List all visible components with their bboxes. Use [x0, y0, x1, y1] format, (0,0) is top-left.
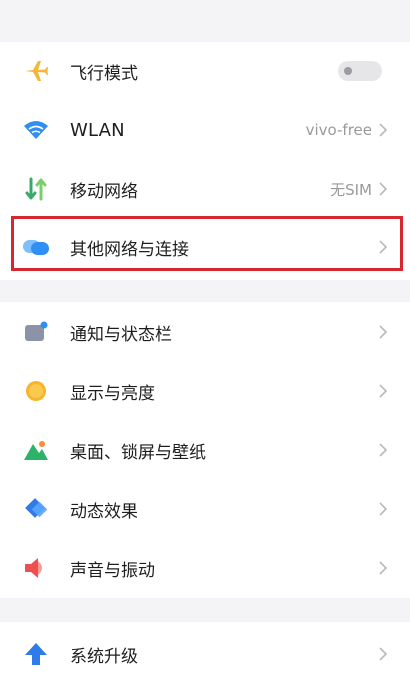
system-settings-card: 系统升级: [0, 622, 410, 693]
chevron-right-icon: [379, 443, 388, 457]
speaker-icon: [22, 554, 50, 582]
chevron-right-icon: [379, 123, 388, 137]
animation-effects-label: 动态效果: [70, 501, 138, 522]
wifi-icon: [22, 116, 50, 144]
display-brightness-label: 显示与亮度: [70, 383, 155, 404]
highlight-box: [11, 216, 403, 271]
airplane-icon: [22, 57, 50, 85]
display-settings-card: 通知与状态栏 显示与亮度 桌面、锁屏与壁纸 动态效果 声音与振动: [0, 302, 410, 598]
toggle-knob: [344, 67, 352, 75]
animation-icon: [22, 495, 50, 523]
wallpaper-icon: [22, 436, 50, 464]
animation-effects-row[interactable]: 动态效果: [0, 480, 410, 538]
airplane-mode-label: 飞行模式: [70, 63, 138, 84]
wallpaper-row[interactable]: 桌面、锁屏与壁纸: [0, 421, 410, 479]
wlan-row[interactable]: WLAN vivo-free: [0, 101, 410, 159]
brightness-icon: [22, 377, 50, 405]
upgrade-arrow-icon: [22, 640, 50, 668]
wallpaper-label: 桌面、锁屏与壁纸: [70, 442, 206, 463]
notification-statusbar-row[interactable]: 通知与状态栏: [0, 303, 410, 361]
display-brightness-row[interactable]: 显示与亮度: [0, 362, 410, 420]
chevron-right-icon: [379, 502, 388, 516]
mobile-network-row[interactable]: 移动网络 无SIM: [0, 160, 410, 218]
sim-status: 无SIM: [330, 180, 372, 199]
airplane-mode-toggle[interactable]: [338, 61, 382, 81]
system-upgrade-row[interactable]: 系统升级: [0, 625, 410, 683]
chevron-right-icon: [379, 647, 388, 661]
mobile-network-label: 移动网络: [70, 181, 138, 202]
chevron-right-icon: [379, 561, 388, 575]
chevron-right-icon: [379, 384, 388, 398]
wlan-label: WLAN: [70, 119, 125, 141]
sound-vibration-row[interactable]: 声音与振动: [0, 539, 410, 597]
chevron-right-icon: [379, 325, 388, 339]
wlan-network-name: vivo-free: [305, 121, 372, 139]
airplane-mode-row[interactable]: 飞行模式: [0, 42, 410, 100]
notification-icon: [22, 318, 50, 346]
sound-vibration-label: 声音与振动: [70, 560, 155, 581]
notification-statusbar-label: 通知与状态栏: [70, 324, 172, 345]
mobile-data-icon: [22, 175, 50, 203]
system-upgrade-label: 系统升级: [70, 646, 138, 667]
chevron-right-icon: [379, 182, 388, 196]
